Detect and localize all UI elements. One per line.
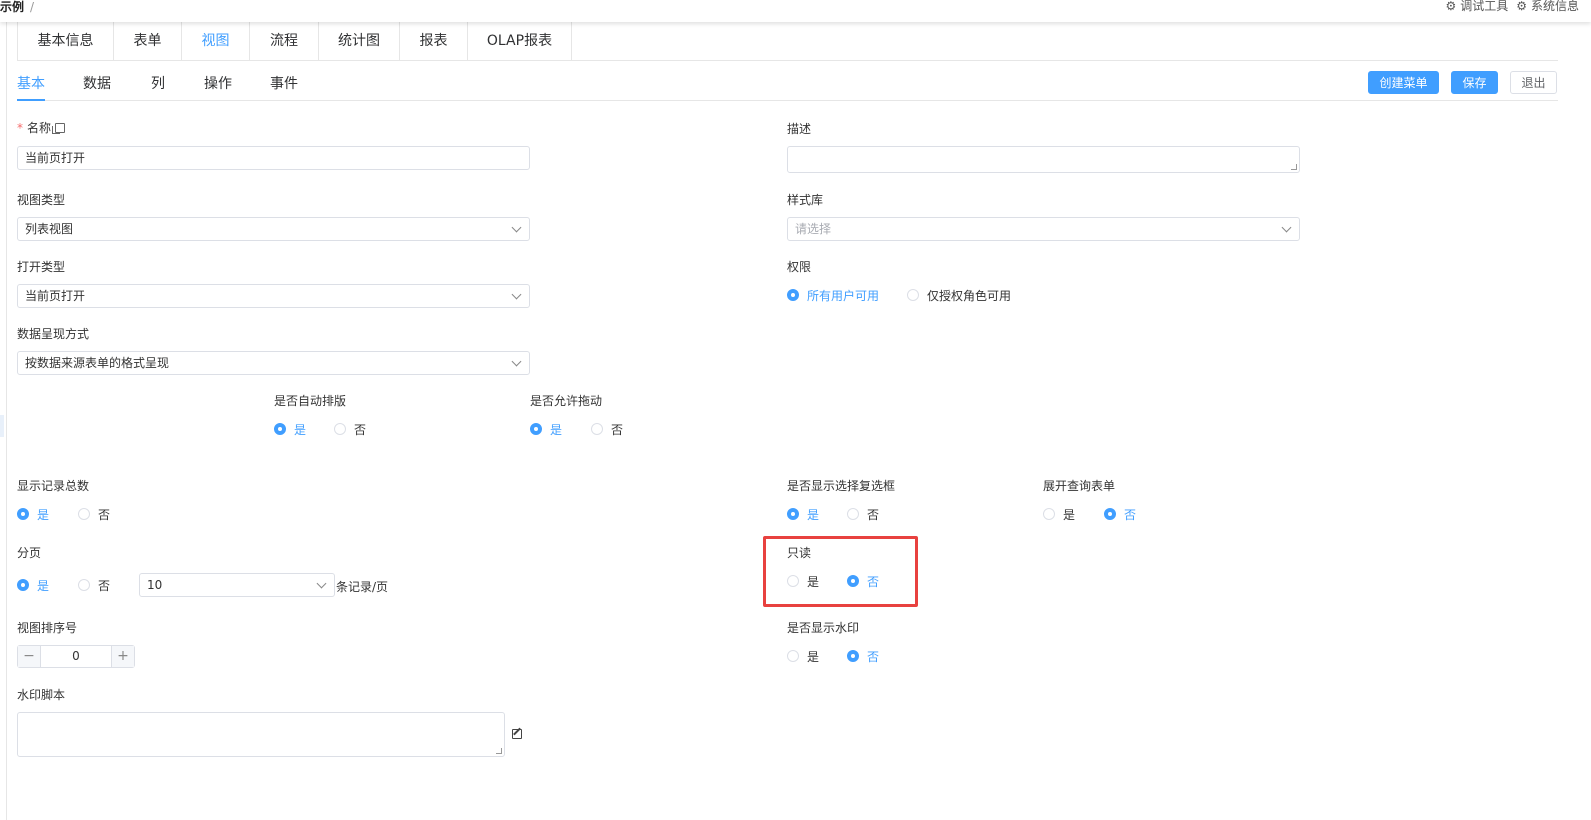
expand-query-no-radio[interactable]: 否 [1104, 507, 1136, 522]
exit-button[interactable]: 退出 [1510, 71, 1557, 94]
required-asterisk: * [17, 121, 23, 135]
open-type-select[interactable]: 当前页打开 [17, 284, 530, 308]
pagination-yes-radio[interactable]: 是 [17, 578, 49, 593]
open-type-value: 当前页打开 [25, 289, 86, 303]
sort-order-stepper: − 0 + [17, 645, 135, 668]
page-size-select[interactable]: 10 [139, 573, 335, 597]
debug-tool-label: 调试工具 [1460, 0, 1509, 13]
show-checkbox-label: 是否显示选择复选框 [787, 479, 896, 493]
show-watermark-label: 是否显示水印 [787, 621, 860, 635]
auto-layout-label: 是否自动排版 [274, 394, 347, 408]
subtab-actions[interactable]: 操作 [204, 73, 232, 93]
show-watermark-yes-radio[interactable]: 是 [787, 649, 819, 664]
system-info-link[interactable]: ⚙ 系统信息 [1516, 0, 1579, 12]
increment-button[interactable]: + [111, 646, 134, 667]
name-label: * 名称 [17, 119, 66, 136]
chevron-down-icon [511, 356, 522, 367]
description-label: 描述 [787, 122, 812, 136]
view-type-label: 视图类型 [17, 193, 66, 207]
show-total-no-radio[interactable]: 否 [78, 507, 110, 522]
breadcrumb-separator: / [30, 0, 35, 14]
tab-report[interactable]: 报表 [400, 22, 468, 61]
permission-authorized-roles-radio[interactable]: 仅授权角色可用 [907, 288, 1011, 303]
copy-icon[interactable] [52, 123, 66, 134]
decrement-button[interactable]: − [18, 646, 41, 667]
resize-handle[interactable] [1291, 164, 1297, 170]
data-display-label: 数据呈现方式 [17, 327, 90, 341]
expand-query-label: 展开查询表单 [1043, 479, 1116, 493]
save-button[interactable]: 保存 [1451, 71, 1498, 94]
allow-drag-yes-radio[interactable]: 是 [530, 422, 562, 437]
pagination-no-radio[interactable]: 否 [78, 578, 110, 593]
sub-tabs: 基本 数据 列 操作 事件 [17, 62, 1558, 101]
style-lib-select[interactable]: 请选择 [787, 217, 1300, 241]
subtab-columns[interactable]: 列 [151, 73, 165, 93]
breadcrumb: 示例 / [0, 0, 34, 14]
permission-label: 权限 [787, 260, 812, 274]
resize-handle[interactable] [496, 748, 502, 754]
name-input[interactable]: 当前页打开 [17, 146, 530, 170]
view-type-select[interactable]: 列表视图 [17, 217, 530, 241]
show-watermark-no-radio[interactable]: 否 [847, 649, 879, 664]
top-bar: 示例 / ⚙ 调试工具 ⚙ 系统信息 [0, 0, 1591, 22]
watermark-script-label: 水印脚本 [17, 688, 66, 702]
readonly-highlight-box [763, 536, 918, 607]
page-size-value: 10 [147, 578, 163, 592]
style-lib-label: 样式库 [787, 193, 824, 207]
auto-layout-yes-radio[interactable]: 是 [274, 422, 306, 437]
chevron-down-icon [511, 289, 522, 300]
auto-layout-no-radio[interactable]: 否 [334, 422, 366, 437]
debug-icon: ⚙ [1445, 0, 1457, 13]
data-display-select[interactable]: 按数据来源表单的格式呈现 [17, 351, 530, 375]
expand-query-yes-radio[interactable]: 是 [1043, 507, 1075, 522]
show-checkbox-yes-radio[interactable]: 是 [787, 507, 819, 522]
tab-flow[interactable]: 流程 [250, 22, 319, 61]
show-total-label: 显示记录总数 [17, 479, 90, 493]
style-lib-placeholder: 请选择 [795, 222, 832, 236]
gear-icon: ⚙ [1516, 0, 1527, 13]
main-tabs: 基本信息 表单 视图 流程 统计图 报表 OLAP报表 [17, 22, 1558, 61]
chevron-down-icon [511, 222, 522, 233]
sidebar-collapse-handle[interactable] [0, 415, 4, 437]
subtab-data[interactable]: 数据 [83, 73, 111, 93]
subtab-basic[interactable]: 基本 [17, 73, 45, 93]
sort-order-input[interactable]: 0 [41, 646, 111, 667]
subtab-events[interactable]: 事件 [270, 73, 298, 93]
edit-icon[interactable] [512, 729, 522, 739]
tab-chart[interactable]: 统计图 [319, 22, 400, 61]
header-actions: ⚙ 调试工具 ⚙ 系统信息 [1445, 0, 1579, 12]
pagination-label: 分页 [17, 546, 42, 560]
tab-olap-report[interactable]: OLAP报表 [468, 22, 572, 61]
view-type-value: 列表视图 [25, 222, 74, 236]
breadcrumb-current[interactable]: 示例 [0, 0, 24, 14]
description-textarea[interactable] [787, 146, 1300, 173]
chevron-down-icon [316, 578, 327, 589]
system-info-label: 系统信息 [1530, 0, 1579, 13]
open-type-label: 打开类型 [17, 260, 66, 274]
active-tab-indicator [17, 99, 45, 101]
sort-order-label: 视图排序号 [17, 621, 78, 635]
left-divider [6, 22, 7, 820]
tab-view[interactable]: 视图 [182, 22, 250, 61]
show-checkbox-no-radio[interactable]: 否 [847, 507, 879, 522]
data-display-value: 按数据来源表单的格式呈现 [25, 356, 170, 370]
allow-drag-label: 是否允许拖动 [530, 394, 603, 408]
debug-tool-link[interactable]: ⚙ 调试工具 [1445, 0, 1508, 12]
tab-basic-info[interactable]: 基本信息 [17, 22, 114, 61]
allow-drag-no-radio[interactable]: 否 [591, 422, 623, 437]
page-size-unit: 条记录/页 [336, 580, 389, 594]
tab-form[interactable]: 表单 [114, 22, 182, 61]
create-menu-button[interactable]: 创建菜单 [1368, 71, 1439, 94]
chevron-down-icon [1281, 222, 1292, 233]
permission-all-users-radio[interactable]: 所有用户可用 [787, 288, 879, 303]
show-total-yes-radio[interactable]: 是 [17, 507, 49, 522]
watermark-script-textarea[interactable] [17, 712, 505, 757]
